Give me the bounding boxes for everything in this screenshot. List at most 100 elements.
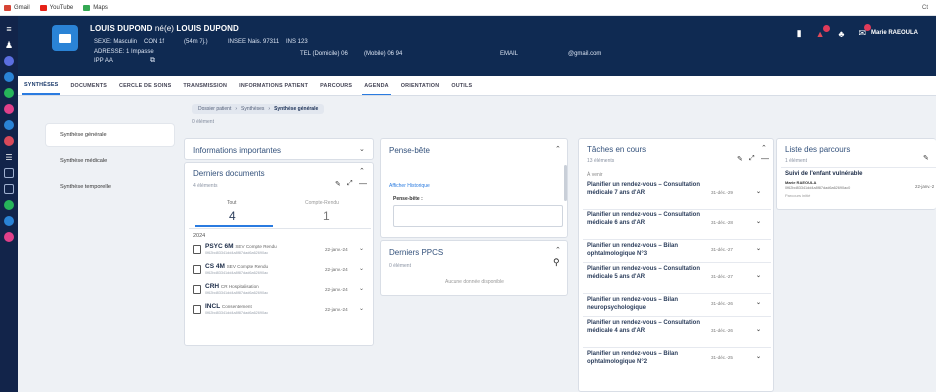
alert-icon[interactable]: ▲ — [816, 24, 830, 39]
nav-circle-icon[interactable] — [4, 232, 14, 242]
menu-icon[interactable]: ≡ — [4, 24, 14, 34]
edit-icon[interactable]: ✎ — [335, 180, 341, 188]
chevron-down-icon[interactable]: ⌄ — [359, 245, 364, 252]
tasks-section: À venir — [587, 172, 603, 178]
task-row[interactable]: Planifier un rendez-vous – Bilan neurops… — [587, 296, 769, 312]
tab-compte-rendu-count[interactable]: 1 — [323, 209, 330, 223]
tab-informations-patient[interactable]: INFORMATIONS PATIENT — [237, 77, 310, 94]
chat-icon[interactable]: ✉ — [858, 24, 871, 39]
expand-icon[interactable]: ⤢ — [749, 155, 755, 163]
nav-circle-icon[interactable] — [4, 104, 14, 114]
bookmark-youtube[interactable]: YouTube — [39, 4, 73, 11]
tab-documents[interactable]: DOCUMENTS — [68, 77, 109, 94]
copy-icon[interactable]: ⧉ — [150, 57, 155, 65]
chevron-up-icon[interactable]: ⌃ — [555, 145, 561, 153]
tab-orientation[interactable]: ORIENTATION — [399, 77, 442, 94]
document-row[interactable]: PSYC 6M SEV Compte Rendu 0f62bd83341dd4a… — [193, 243, 373, 257]
nav-synthese-medicale[interactable]: Synthèse médicale — [46, 150, 174, 172]
task-row[interactable]: Planifier un rendez-vous – Bilan ophtalm… — [587, 242, 769, 258]
patient-name: LOUIS DUPOND né(e) LOUIS DUPOND — [90, 24, 239, 33]
nav-circle-icon[interactable] — [4, 200, 14, 210]
grid-icon[interactable] — [4, 184, 14, 194]
tasks-card: Tâches en cours ⌃ 13 éléments ✎ ⤢ — À ve… — [578, 138, 774, 392]
expand-icon[interactable]: ⤢ — [347, 180, 353, 188]
tab-outils[interactable]: OUTILS — [449, 77, 474, 94]
breadcrumb-current: Synthèse générale — [274, 106, 319, 112]
chevron-down-icon[interactable]: ⌄ — [359, 285, 364, 292]
chevron-down-icon[interactable]: ⌄ — [756, 326, 761, 334]
edit-icon[interactable]: ✎ — [923, 154, 929, 162]
document-row[interactable]: INCL Consentement 0f62bd83341dd4a8f87dad… — [193, 303, 373, 317]
person-icon[interactable]: ♟ — [4, 40, 14, 50]
task-row[interactable]: Planifier un rendez-vous – Consultation … — [587, 181, 769, 197]
bookmark-gmail[interactable]: Gmail — [4, 4, 30, 11]
nav-circle-icon[interactable] — [4, 56, 14, 66]
nav-circle-icon[interactable] — [4, 216, 14, 226]
nav-circle-icon[interactable] — [4, 88, 14, 98]
chevron-up-icon[interactable]: ⌃ — [359, 167, 365, 175]
chevron-down-icon[interactable]: ⌄ — [756, 353, 761, 361]
task-row[interactable]: Planifier un rendez-vous – Consultation … — [587, 319, 769, 335]
more-icon[interactable]: — — [359, 179, 367, 188]
chevron-down-icon[interactable]: ⌄ — [756, 272, 761, 280]
chevron-down-icon[interactable]: ⌄ — [359, 145, 365, 153]
nav-synthese-temporelle[interactable]: Synthèse temporelle — [46, 176, 174, 198]
divider — [583, 347, 771, 348]
user-name[interactable]: Marie RAEOULA — [871, 30, 918, 36]
nav-circle-icon[interactable] — [4, 136, 14, 146]
chevron-down-icon[interactable]: ⌄ — [756, 299, 761, 307]
tab-tout-count[interactable]: 4 — [229, 209, 236, 223]
nav-circle-icon[interactable] — [4, 120, 14, 130]
parcours-item[interactable]: Suivi de l'enfant vulnérable Marie RAEOU… — [783, 169, 936, 209]
afficher-historique-link[interactable]: Afficher Historique — [389, 183, 430, 189]
document-row[interactable]: CRH CR Hospitalisation 0f62bd83341dd4a8f… — [193, 283, 373, 297]
gmail-icon — [4, 4, 11, 11]
breadcrumb-syntheses[interactable]: Synthèses — [241, 106, 264, 112]
chevron-up-icon[interactable]: ⌃ — [761, 144, 767, 152]
tab-agenda[interactable]: AGENDA — [362, 77, 391, 95]
bookmark-maps[interactable]: Maps — [83, 4, 108, 11]
scrollbar[interactable] — [564, 165, 567, 201]
task-row[interactable]: Planifier un rendez-vous – Consultation … — [587, 265, 769, 281]
chevron-right-icon: › — [268, 106, 271, 112]
icon-sidebar: ≡ ♟ ☰ — [0, 16, 18, 392]
tab-parcours[interactable]: PARCOURS — [318, 77, 354, 94]
patient-con: CON 1f — [144, 39, 165, 45]
info-card[interactable]: Informations importantes ⌄ — [184, 138, 374, 160]
nav-circle-icon[interactable] — [4, 72, 14, 82]
calendar-icon[interactable] — [4, 168, 14, 178]
chevron-down-icon[interactable]: ⌄ — [359, 305, 364, 312]
synthese-nav: Synthèse générale Synthèse médicale Synt… — [46, 124, 174, 200]
tab-tout-label[interactable]: Tout — [227, 200, 236, 206]
info-card-title: Informations importantes — [193, 146, 282, 155]
chevron-down-icon[interactable]: ⌄ — [756, 188, 761, 196]
nav-synthese-generale[interactable]: Synthèse générale — [46, 124, 174, 146]
pense-bete-textarea[interactable] — [393, 205, 563, 227]
chevron-down-icon[interactable]: ⌄ — [756, 245, 761, 253]
breadcrumb-dossier[interactable]: Dossier patient — [198, 106, 231, 112]
tab-transmission[interactable]: TRANSMISSION — [181, 77, 229, 94]
bookmarks-bar: Gmail YouTube Maps Ct — [0, 0, 936, 16]
list-icon[interactable]: ☰ — [4, 152, 14, 162]
patient-adresse: ADRESSE: 1 Impasse — [94, 49, 154, 55]
team-icon[interactable]: ♣ — [839, 29, 845, 39]
tab-compte-rendu-label[interactable]: Compte-Rendu — [305, 200, 339, 206]
chevron-down-icon[interactable]: ⌄ — [756, 218, 761, 226]
more-icon[interactable]: — — [761, 154, 769, 163]
tab-cercle-de-soins[interactable]: CERCLE DE SOINS — [117, 77, 173, 94]
search-icon[interactable]: ⚲ — [553, 257, 560, 268]
task-row[interactable]: Planifier un rendez-vous – Bilan ophtalm… — [587, 350, 769, 366]
edit-icon[interactable]: ✎ — [737, 155, 743, 163]
document-icon — [193, 265, 201, 274]
documents-card-title: Derniers documents — [193, 169, 265, 178]
chevron-up-icon[interactable]: ⌃ — [555, 246, 561, 254]
documents-card: Derniers documents ⌃ 4 éléments ✎ ⤢ — To… — [184, 162, 374, 346]
document-row[interactable]: CS 4M SEV Compte Rendu 0f62bd83341dd4a8f… — [193, 263, 373, 277]
bookmark-icon[interactable]: ▮ — [797, 28, 802, 39]
folder-icon[interactable] — [52, 25, 78, 51]
ppcs-card: Derniers PPCS ⌃ 0 élément ⚲ Aucune donné… — [380, 240, 568, 296]
tab-syntheses[interactable]: SYNTHÈSES — [22, 76, 61, 95]
task-row[interactable]: Planifier un rendez-vous – Consultation … — [587, 211, 769, 227]
pense-bete-label: Pense-bête : — [393, 196, 423, 202]
chevron-down-icon[interactable]: ⌄ — [359, 265, 364, 272]
